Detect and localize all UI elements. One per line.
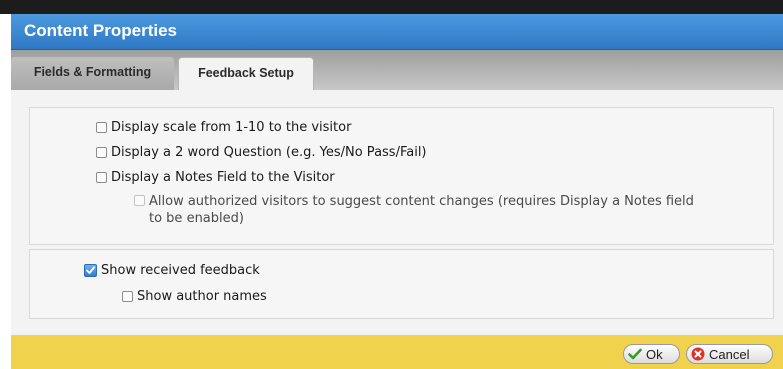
received-feedback-panel: Show received feedback Show author names xyxy=(29,249,774,319)
content-properties-dialog: Content Properties Fields & Formatting F… xyxy=(0,0,783,369)
two-word-question-checkbox[interactable] xyxy=(96,147,107,158)
two-word-question-label: Display a 2 word Question (e.g. Yes/No P… xyxy=(111,145,427,160)
x-circle-icon xyxy=(691,347,705,361)
suggest-changes-label-line1: Allow authorized visitors to suggest con… xyxy=(149,194,694,209)
show-author-names-checkbox[interactable] xyxy=(122,291,133,302)
option-show-received-feedback[interactable]: Show received feedback xyxy=(84,263,260,278)
dialog-titlebar: Content Properties xyxy=(11,14,783,50)
display-scale-checkbox[interactable] xyxy=(96,122,107,133)
option-show-author-names[interactable]: Show author names xyxy=(122,289,267,304)
suggest-changes-checkbox xyxy=(134,195,145,206)
cancel-button[interactable]: Cancel xyxy=(686,344,773,364)
cancel-button-label: Cancel xyxy=(709,346,750,362)
dialog-title: Content Properties xyxy=(24,21,178,40)
checkbox-checked-icon xyxy=(86,266,95,274)
option-display-scale[interactable]: Display scale from 1-10 to the visitor xyxy=(96,120,351,135)
tab-bar: Fields & Formatting Feedback Setup xyxy=(11,50,783,90)
notes-field-checkbox[interactable] xyxy=(96,172,107,183)
notes-field-label: Display a Notes Field to the Visitor xyxy=(111,170,335,185)
tab-fields-formatting[interactable]: Fields & Formatting xyxy=(11,57,174,90)
window-top-strip xyxy=(0,0,783,14)
show-received-feedback-checkbox[interactable] xyxy=(84,264,97,277)
tab-content: Display scale from 1-10 to the visitor D… xyxy=(11,90,783,335)
suggest-changes-label-line2: to be enabled) xyxy=(149,211,244,226)
show-author-names-label: Show author names xyxy=(137,289,267,304)
dialog-footer: Ok Cancel xyxy=(11,335,783,369)
option-notes-field[interactable]: Display a Notes Field to the Visitor xyxy=(96,170,335,185)
ok-button[interactable]: Ok xyxy=(623,344,680,364)
ok-button-label: Ok xyxy=(646,346,663,362)
option-suggest-changes: Allow authorized visitors to suggest con… xyxy=(134,193,754,227)
option-two-word-question[interactable]: Display a 2 word Question (e.g. Yes/No P… xyxy=(96,145,427,160)
show-received-feedback-label: Show received feedback xyxy=(101,263,260,278)
tab-feedback-setup[interactable]: Feedback Setup xyxy=(178,57,314,90)
suggest-changes-label: Allow authorized visitors to suggest con… xyxy=(149,193,694,227)
display-scale-label: Display scale from 1-10 to the visitor xyxy=(111,120,352,135)
checkmark-icon xyxy=(628,347,642,361)
feedback-display-options-panel: Display scale from 1-10 to the visitor D… xyxy=(29,107,774,245)
